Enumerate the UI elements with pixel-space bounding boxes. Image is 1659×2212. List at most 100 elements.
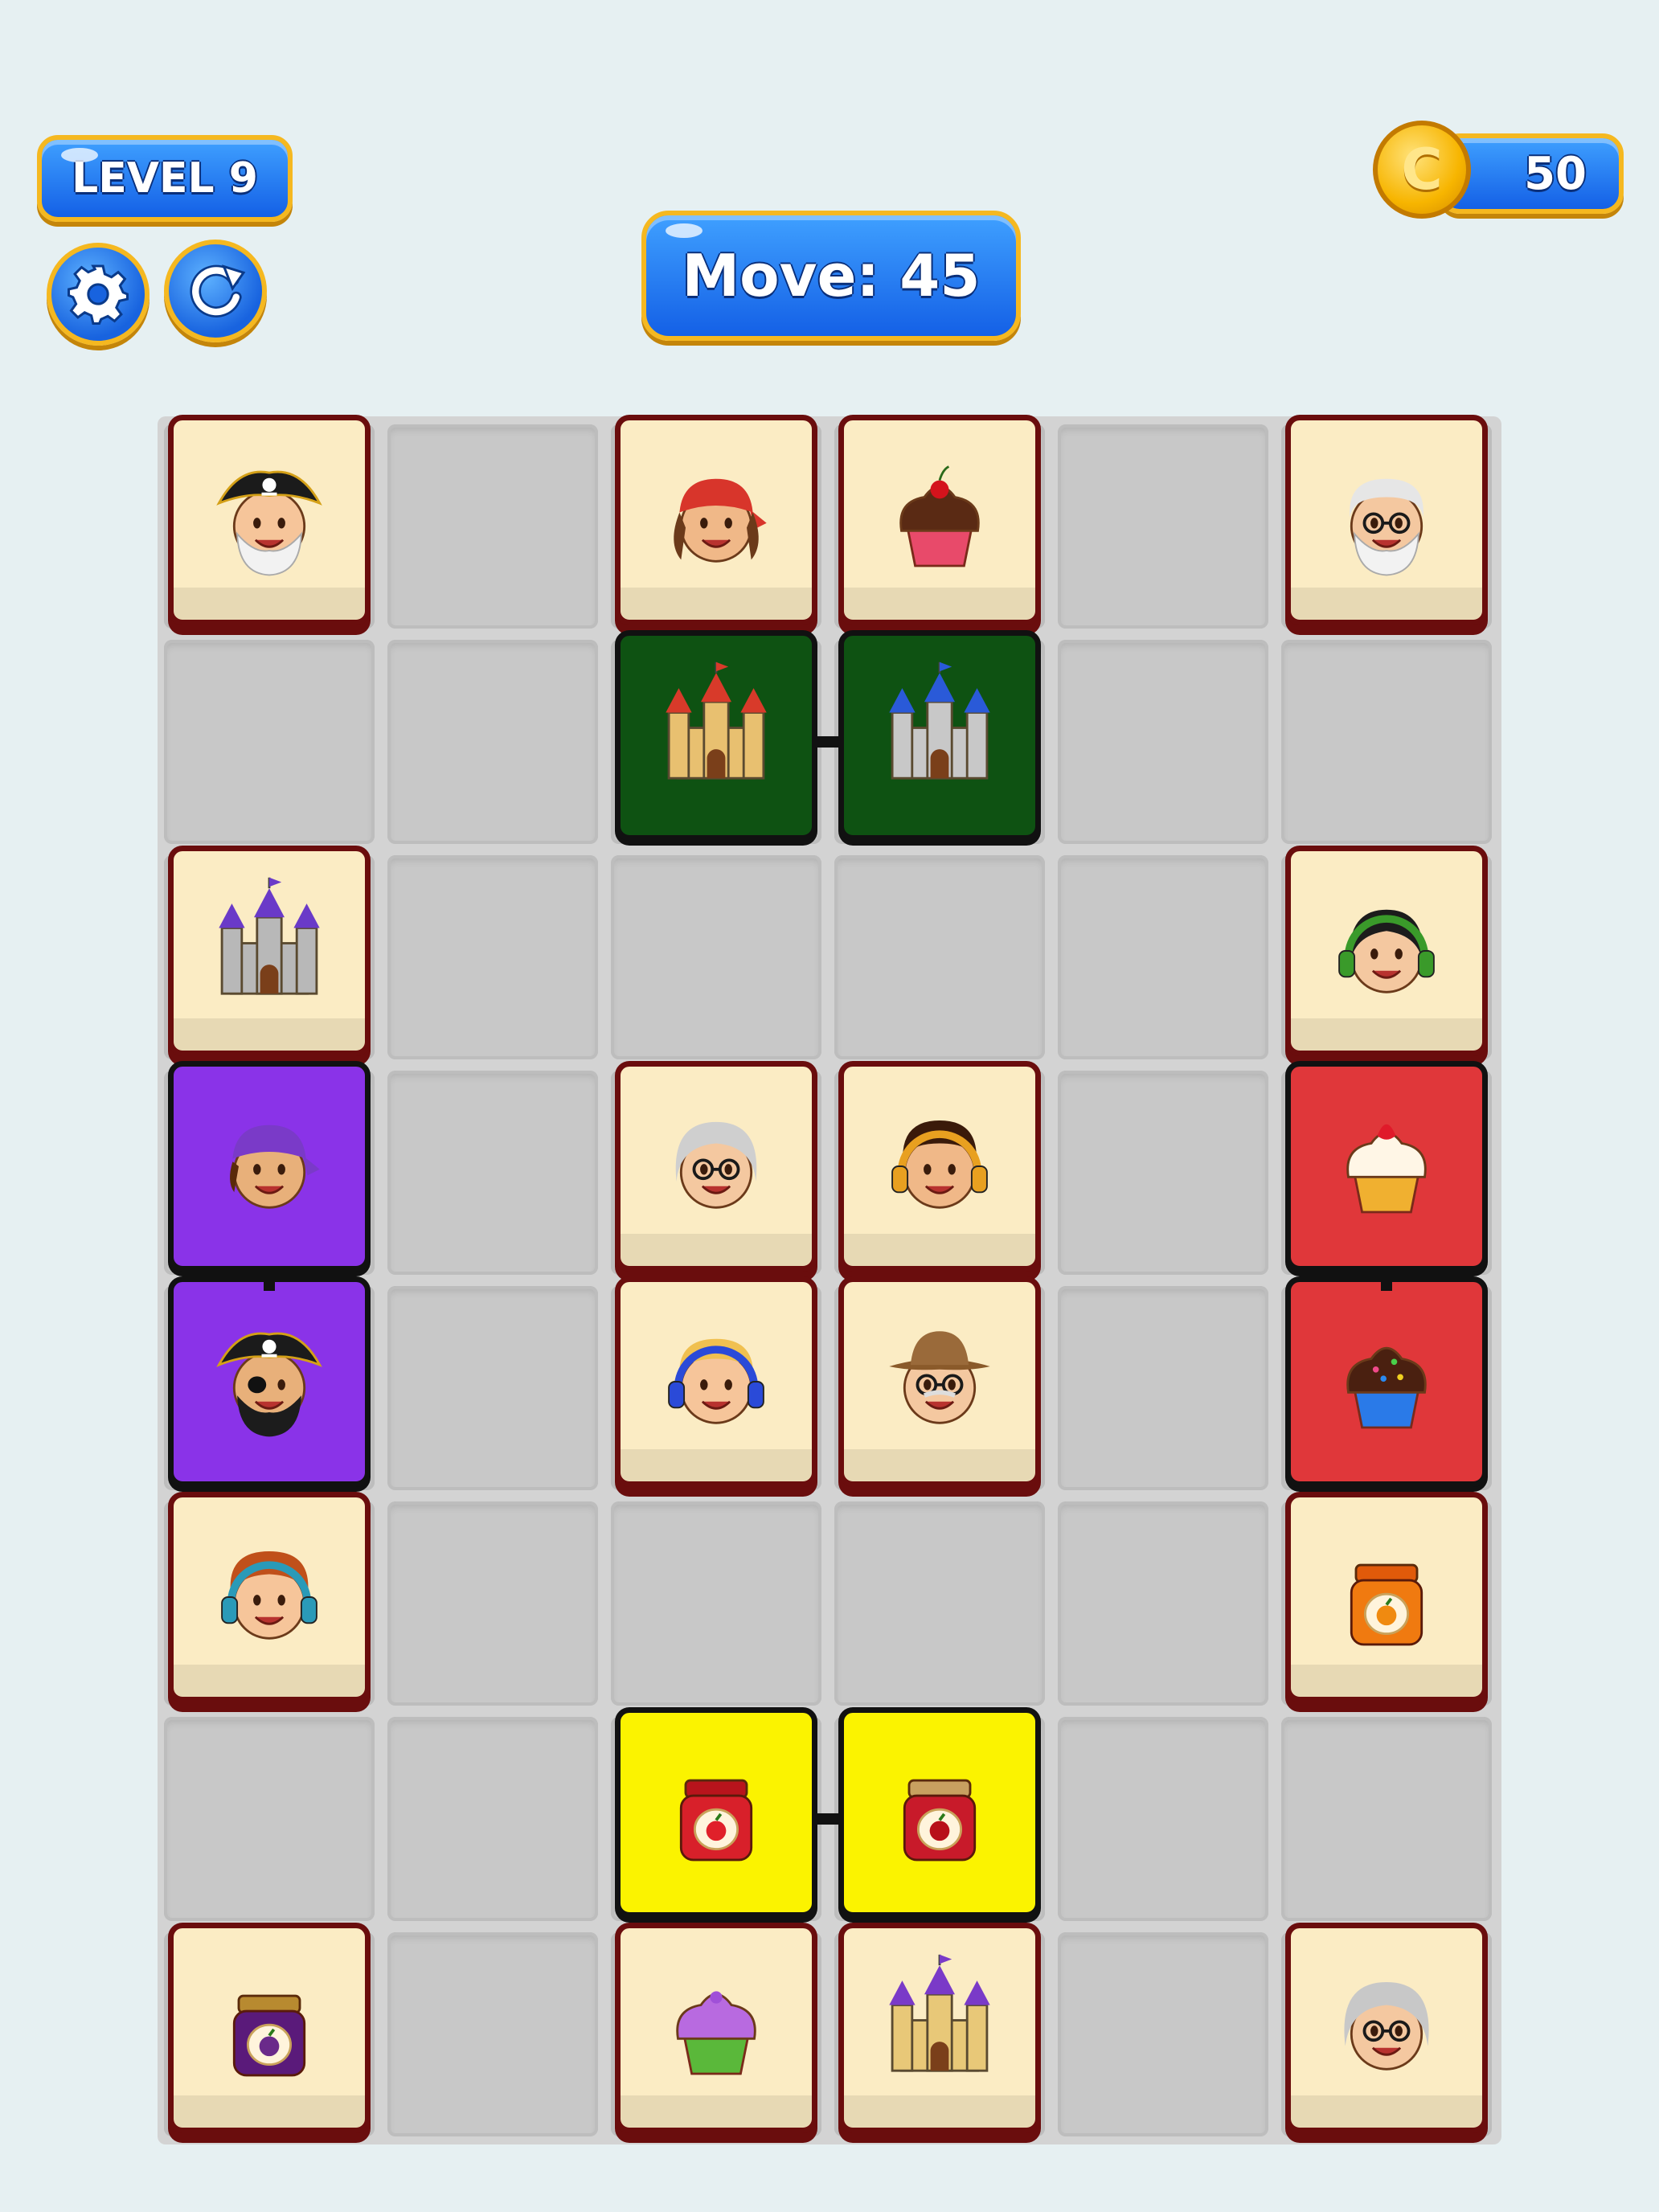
plum-jam-icon [232,1994,306,2077]
pair-connector [817,736,840,748]
tile-face [174,1067,365,1266]
purple-cupcake-icon [676,1991,756,2075]
sand-castle-icon [889,1954,990,2072]
tile-face [621,420,812,620]
game-tile[interactable] [615,415,817,625]
tile-face [1291,420,1482,620]
tile-face [844,1282,1035,1481]
board-cell[interactable] [834,1501,1045,1706]
tile-face [174,1928,365,2128]
game-tile[interactable] [615,630,817,841]
board-cell[interactable] [387,1501,598,1706]
moves-label: Move: 45 [682,242,981,309]
tile-face [621,1928,812,2128]
tile-face [621,1067,812,1266]
game-tile[interactable] [615,1276,817,1487]
board-cell[interactable] [1281,1717,1492,1921]
coin-count: 50 [1524,147,1587,200]
pair-connector [264,1272,275,1291]
game-tile[interactable] [615,1707,817,1918]
board-cell[interactable] [387,640,598,844]
board-cell[interactable] [834,855,1045,1059]
board-cell[interactable] [1058,855,1268,1059]
cherry-cupcake-icon [899,465,980,567]
settings-button[interactable] [47,243,150,346]
game-tile[interactable] [168,415,371,625]
orange-jam-icon [1350,1563,1423,1646]
board-cell[interactable] [387,1932,598,2136]
game-tile[interactable] [838,1276,1041,1487]
game-tile[interactable] [1285,846,1488,1056]
board-cell[interactable] [387,1717,598,1921]
game-tile[interactable] [1285,1923,1488,2133]
tile-face [1291,1497,1482,1697]
badge-shine [666,223,703,238]
board-cell[interactable] [1058,640,1268,844]
game-tile[interactable] [168,1276,371,1487]
badge-shine [61,148,98,162]
game-tile[interactable] [1285,1276,1488,1487]
tile-face [844,420,1035,620]
board-cell[interactable] [1058,1286,1268,1490]
tile-face [174,851,365,1051]
game-tile[interactable] [838,1061,1041,1272]
board-cell[interactable] [611,855,821,1059]
board-cell[interactable] [1058,1932,1268,2136]
purple-castle-icon [219,877,320,995]
tile-face [621,1282,812,1481]
bandana-girl-icon [674,478,767,563]
gear-icon [68,264,129,325]
pair-connector [1381,1272,1392,1291]
board-cell[interactable] [164,640,375,844]
game-tile[interactable] [1285,1061,1488,1272]
tile-face [844,636,1035,835]
pair-connector [817,1813,840,1825]
curly-headphones-boy-icon [221,1551,317,1640]
game-tile[interactable] [615,1061,817,1272]
board-cell[interactable] [1058,1071,1268,1275]
board-cell[interactable] [387,424,598,629]
game-tile[interactable] [838,1707,1041,1918]
purple-bandana-pirate-icon [230,1124,320,1209]
board-cell[interactable] [387,1286,598,1490]
game-tile[interactable] [168,1061,371,1272]
grandma-glasses-icon [675,1121,757,1209]
tile-face [1291,1928,1482,2128]
red-castle-icon [666,662,767,780]
board-cell[interactable] [1058,1717,1268,1921]
eyepatch-pirate-icon [216,1332,322,1437]
tile-face [844,1928,1035,2128]
board-cell[interactable] [387,855,598,1059]
level-badge: LEVEL 9 [37,135,293,222]
board-cell[interactable] [611,1501,821,1706]
game-tile[interactable] [168,846,371,1056]
board-cell[interactable] [387,1071,598,1275]
board-cell[interactable] [1058,1501,1268,1706]
board-cell[interactable] [1058,424,1268,629]
game-tile[interactable] [838,630,1041,841]
grandpa-glasses-icon [1350,478,1423,576]
chocolate-cupcake-icon [1346,1346,1427,1429]
game-tile[interactable] [838,415,1041,625]
tile-face [621,1713,812,1912]
game-tile[interactable] [838,1923,1041,2133]
game-tile[interactable] [168,1492,371,1702]
coin-icon: C [1373,121,1471,219]
game-tile[interactable] [1285,1492,1488,1702]
tile-face [844,1067,1035,1266]
moves-counter: Move: 45 [641,211,1021,341]
tile-face [1291,1282,1482,1481]
board-cell[interactable] [164,1717,375,1921]
strawberry-cupcake-icon [1346,1124,1427,1214]
cherry-jam-icon [903,1779,977,1862]
game-tile[interactable] [1285,415,1488,625]
board-cell[interactable] [1281,640,1492,844]
tile-face [1291,1067,1482,1266]
strawberry-jam-icon [679,1779,753,1862]
game-tile[interactable] [168,1923,371,2133]
headphones-girl-icon [1338,909,1435,993]
level-label: LEVEL 9 [72,154,258,203]
hat-grandpa-icon [889,1331,990,1424]
restart-button[interactable] [164,240,267,342]
game-tile[interactable] [615,1923,817,2133]
